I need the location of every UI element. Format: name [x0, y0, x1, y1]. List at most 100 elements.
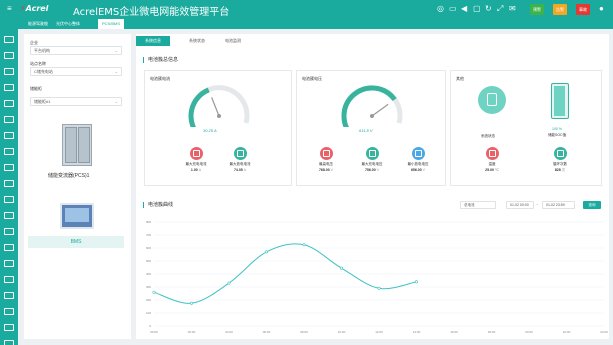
x-tick-label: 20:00 [525, 330, 533, 334]
temperature: 温度 25.00 ℃ [477, 147, 507, 172]
sidebar-nav-icon[interactable] [4, 68, 14, 75]
volume-icon[interactable]: ◀ [461, 4, 467, 13]
chevron-down-icon: ⌄ [114, 99, 118, 104]
y-tick-label: 100 [146, 311, 151, 315]
data-point [414, 280, 418, 284]
x-tick-label: 22:00 [563, 330, 571, 334]
max-charge-voltage: 最大充电电压 756.00 V [357, 147, 387, 172]
overview-title: 电池簇总信息 [143, 57, 178, 63]
x-tick-label: 06:00 [263, 330, 271, 334]
sidebar [0, 18, 18, 345]
pcs-device-label[interactable]: 储能变流器(PCS)1 [48, 172, 89, 179]
app-title: AcrelEMS企业微电网能效管理平台 [73, 7, 230, 18]
warning-badge[interactable]: 预警 [530, 4, 544, 15]
y-tick-label: 500 [146, 259, 151, 263]
refresh-icon[interactable]: ↻ [485, 4, 492, 13]
sidebar-nav-icon[interactable] [4, 324, 14, 331]
sidebar-nav-icon[interactable] [4, 260, 14, 267]
sidebar-nav-icon[interactable] [4, 132, 14, 139]
x-tick-label: 10:00 [338, 330, 346, 334]
sidebar-nav-icon[interactable] [4, 36, 14, 43]
subtab-system-info[interactable]: 系统信息 [136, 36, 170, 46]
sidebar-nav-icon[interactable] [4, 308, 14, 315]
user-icon[interactable]: ● [599, 4, 604, 13]
cabinet-select[interactable]: 储能柜#1 ⌄ [30, 97, 122, 106]
data-point [340, 266, 344, 270]
voltage-high-icon [319, 147, 333, 160]
discharge-voltage-icon [411, 147, 425, 160]
data-point [152, 290, 156, 294]
y-tick-label: 800 [146, 220, 151, 224]
sidebar-nav-icon[interactable] [4, 228, 14, 235]
voltage-panel: 电池簇电压 611.8 V 最高电压 768.00 V 最大充电电压 756.0… [296, 70, 446, 186]
sidebar-nav-icon[interactable] [4, 148, 14, 155]
battery-charge-icon [189, 147, 203, 160]
company-select[interactable]: 平台机构 ⌄ [30, 46, 122, 55]
system-status-icon [478, 86, 506, 114]
sidebar-nav-icon[interactable] [4, 292, 14, 299]
sidebar-nav-icon[interactable] [4, 52, 14, 59]
pcs-cabinet-image[interactable] [62, 124, 92, 166]
system-status-label: 系统状态 [481, 134, 495, 138]
voltage-gauge [341, 85, 403, 127]
cycle-icon [553, 147, 567, 160]
bms-device-label[interactable]: BMS [28, 236, 124, 248]
sidebar-nav-icon[interactable] [4, 212, 14, 219]
x-tick-label: 12:00 [375, 330, 383, 334]
data-point [302, 243, 306, 247]
expand-icon[interactable]: ⤢ [497, 4, 503, 13]
date-end-input[interactable]: 01-02 23:59 [542, 201, 575, 209]
tab-pcs-bms[interactable]: PCS/BMS [98, 19, 125, 29]
chevron-down-icon: ⌄ [114, 48, 118, 53]
subtab-battery-monitor[interactable]: 电池监测 [216, 36, 250, 46]
sidebar-nav-icon[interactable] [4, 276, 14, 283]
site-select[interactable]: C储充电站 ⌄ [30, 67, 122, 76]
data-point [189, 301, 193, 305]
x-tick-label: 00:00 [150, 330, 158, 334]
sidebar-nav-icon[interactable] [4, 340, 14, 345]
series-select[interactable]: 总电流 [460, 201, 496, 209]
min-discharge-voltage: 最小放电电压 656.00 V [403, 147, 433, 172]
x-tick-label: 08:00 [300, 330, 308, 334]
brand-logo: ⚡Acrel [20, 4, 49, 13]
battery-curve-chart: 0 100 200 300 400 500 600 700 800 00:00 02:00 04:0… [146, 220, 608, 334]
bms-device-image[interactable] [60, 203, 94, 229]
alarm-badge[interactable]: 告警 [553, 4, 567, 15]
sidebar-nav-icon[interactable] [4, 164, 14, 171]
sidebar-nav-icon[interactable] [4, 84, 14, 91]
sidebar-nav-icon[interactable] [4, 244, 14, 251]
x-tick-label: 02:00 [188, 330, 196, 334]
tab-pv-center[interactable]: 光伏中心整体 [52, 19, 84, 29]
globe-icon[interactable]: ◎ [437, 4, 444, 13]
fault-badge[interactable]: 事故 [576, 4, 590, 15]
window-icon[interactable]: ▢ [473, 4, 481, 13]
page-tab-bar: 能源驾驶舱 光伏中心整体 PCS/BMS [18, 18, 613, 29]
date-separator: ~ [536, 202, 539, 207]
query-button[interactable]: 查询 [583, 201, 601, 209]
sidebar-nav-icon[interactable] [4, 180, 14, 187]
monitor-icon[interactable]: ▭ [449, 4, 457, 13]
voltage-gauge-value: 611.8 V [359, 128, 373, 133]
current-gauge [188, 85, 250, 127]
cycle-count: 循环次数 828 次 [545, 147, 575, 173]
current-panel: 电池簇电流 30.25 A 最大充电电流 1.00 A 最大放电电流 74.05… [144, 70, 292, 186]
message-icon[interactable]: ✉ [509, 4, 516, 13]
data-point [377, 286, 381, 290]
y-tick-label: 0 [149, 324, 151, 328]
current-panel-title: 电池簇电流 [150, 76, 170, 81]
menu-icon[interactable]: ≡ [7, 4, 12, 13]
y-tick-label: 300 [146, 285, 151, 289]
tab-energy-cockpit[interactable]: 能源驾驶舱 [24, 19, 52, 29]
data-point [265, 250, 269, 254]
voltage-panel-title: 电池簇电压 [302, 76, 322, 81]
sidebar-nav-icon[interactable] [4, 100, 14, 107]
soc-label: 储能SOC值 [548, 133, 567, 137]
sidebar-nav-icon[interactable] [4, 116, 14, 123]
subtab-system-status[interactable]: 系统状态 [180, 36, 214, 46]
max-voltage: 最高电压 768.00 V [311, 147, 341, 172]
date-start-input[interactable]: 01-02 00:00 [506, 201, 534, 209]
curve-title: 电池簇曲线 [143, 202, 173, 208]
data-point [227, 281, 231, 285]
x-tick-label: 14:00 [413, 330, 421, 334]
sidebar-nav-icon[interactable] [4, 196, 14, 203]
